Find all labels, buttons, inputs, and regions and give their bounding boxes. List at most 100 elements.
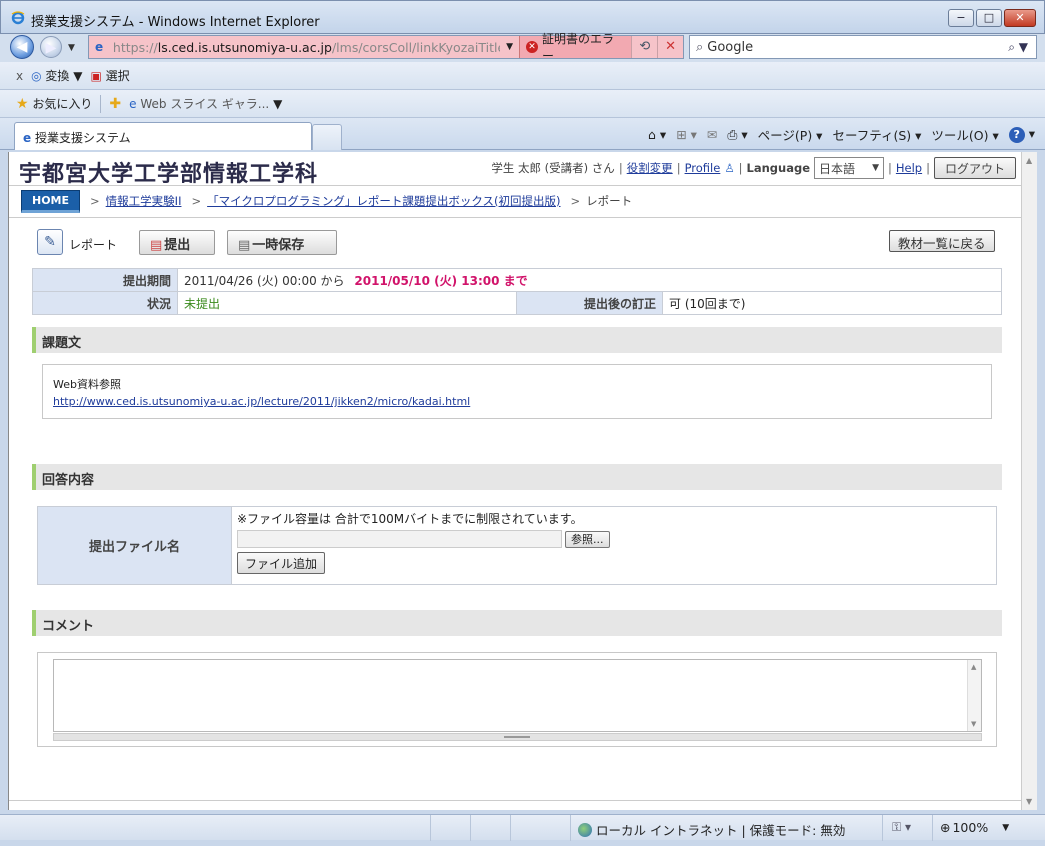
report-edit-icon: ✎ [37,229,63,255]
convert-icon: ◎ [31,69,42,83]
submit-button[interactable]: ▤ 提出 [139,230,215,255]
feeds-icon[interactable]: ⊞ ▾ [676,127,697,142]
zoom-icon: ⊕ [940,820,951,835]
translation-toolbar: x ◎ 変換 ▼ ▣ 選択 [0,62,1045,90]
breadcrumb-current: レポート [586,194,633,208]
page-scrollbar[interactable]: ▲ ▼ [1021,152,1037,810]
tools-menu[interactable]: ツール(O) ▾ [931,125,998,144]
close-toolbar-button[interactable]: x [16,69,23,83]
convert-button[interactable]: ◎ 変換 ▼ [31,67,82,84]
print-icon[interactable]: ⎙ ▾ [727,127,747,143]
status-label: 状況 [32,291,178,315]
window-titlebar: 授業支援システム - Windows Internet Explorer − □… [0,0,1045,34]
revision-label: 提出後の訂正 [516,291,663,315]
clipboard-icon: ▤ [238,238,251,253]
add-file-button[interactable]: ファイル追加 [237,552,326,574]
profile-icon: ♙ [724,161,735,175]
comment-box: ▲ ▼ [37,652,997,747]
recent-pages-dropdown-icon[interactable]: ▼ [68,43,75,53]
command-bar: ⌂ ▾ ⊞ ▾ ✉ ⎙ ▾ ページ(P) ▾ セーフティ(S) ▾ ツール(O)… [648,125,1035,144]
comment-section-heading: コメント [32,610,1002,636]
refresh-icon[interactable]: ⟲ [631,36,657,58]
search-engine-label: Google [707,39,754,55]
task-box: Web資料参照 http://www.ced.is.utsunomiya-u.a… [42,364,992,419]
submission-info-table: 提出期間 2011/04/26 (火) 00:00 から 2011/05/10 … [32,268,1002,315]
chevron-down-icon: ▼ [872,163,880,173]
web-slice-button[interactable]: e Web スライス ギャラ... ▼ [129,95,282,112]
file-path-input[interactable] [237,530,562,548]
action-bar: ✎ レポート ▤ 提出 ▤ 一時保存 教材一覧に戻る [37,229,997,257]
task-text: Web資料参照 [53,378,121,391]
browse-button[interactable]: 参照... [565,530,610,548]
tab-current[interactable]: e 授業支援システム [14,122,312,150]
forward-button[interactable]: ▶ [40,36,62,58]
profile-link[interactable]: Profile [685,161,721,175]
search-field[interactable]: ⌕ Google ⌕ ▼ [689,35,1037,59]
zoom-control[interactable]: ⊕ 100% ▼ [940,820,1009,835]
safety-menu[interactable]: セーフティ(S) ▾ [832,125,921,144]
role-change-link[interactable]: 役割変更 [627,160,673,176]
chevron-down-icon: ▼ [1002,822,1010,833]
file-upload-cell: ※ファイル容量は 合計で100Mバイトまでに制限されています。 参照... ファ… [231,506,997,585]
status-value: 未提出 [177,291,517,315]
revision-value: 可 (10回まで) [662,291,1002,315]
period-value: 2011/04/26 (火) 00:00 から 2011/05/10 (火) 1… [177,268,1002,292]
language-label: Language [746,161,811,175]
security-zone-text: ローカル イントラネット | 保護モード: 無効 [596,823,846,838]
file-label: 提出ファイル名 [37,506,232,585]
file-size-notice: ※ファイル容量は 合計で100Mバイトまでに制限されています。 [237,512,583,526]
logout-button[interactable]: ログアウト [933,157,1016,179]
back-button[interactable]: ◀ [10,35,34,59]
protected-mode-icon[interactable]: ⚿ ▾ [892,820,911,835]
textarea-resize-handle[interactable] [53,733,982,741]
language-select[interactable]: 日本語 ▼ [814,157,885,179]
search-button-icon[interactable]: ⌕ ▼ [1008,40,1028,55]
help-menu[interactable]: ? ▾ [1008,126,1035,143]
close-window-button[interactable]: ✕ [1004,9,1036,27]
error-icon: ✕ [526,41,538,53]
breadcrumb-course-link[interactable]: 情報工学実験II [106,193,182,209]
site-title: 宇都宮大学工学部情報工学科 [19,162,319,187]
page-menu[interactable]: ページ(P) ▾ [758,125,823,144]
scroll-down-icon[interactable]: ▼ [971,720,976,728]
url-dropdown-icon[interactable]: ▼ [506,42,513,52]
textarea-scrollbar[interactable]: ▲ ▼ [967,660,981,731]
grip-icon [504,736,530,738]
site-header: 宇都宮大学工学部情報工学科 学生 太郎 (受講者) さん | 役割変更 | Pr… [9,152,1021,187]
task-link[interactable]: http://www.ced.is.utsunomiya-u.ac.jp/lec… [53,395,981,408]
divider [9,800,1021,801]
task-section-heading: 課題文 [32,327,1002,353]
status-bar: ローカル イントラネット | 保護モード: 無効 ⚿ ▾ ⊕ 100% ▼ [0,814,1045,841]
minimize-button[interactable]: − [948,9,974,27]
favorites-button[interactable]: ★ お気に入り [16,95,92,112]
favorites-bar: ★ お気に入り ✚ e Web スライス ギャラ... ▼ [0,90,1045,118]
help-link[interactable]: Help [896,161,922,175]
breadcrumb: HOME > 情報工学実験II > 「マイクロプログラミング」レポート課題提出ボ… [21,189,632,213]
mail-icon[interactable]: ✉ [707,127,717,142]
ie-logo-icon [11,11,25,25]
new-tab-button[interactable] [312,124,342,150]
maximize-button[interactable]: □ [976,9,1002,27]
comment-textarea[interactable]: ▲ ▼ [53,659,982,732]
tab-label: 授業支援システム [34,131,131,145]
url-field[interactable]: e https://ls.ced.is.utsunomiya-u.ac.jp/l… [88,32,684,63]
scroll-up-icon[interactable]: ▲ [1026,156,1032,165]
security-zone[interactable]: ローカル イントラネット | 保護モード: 無効 [578,820,845,839]
breadcrumb-box-link[interactable]: 「マイクロプログラミング」レポート課題提出ボックス(初回提出版) [207,193,560,209]
help-icon: ? [1008,127,1025,143]
period-label: 提出期間 [32,268,178,292]
home-icon[interactable]: ⌂ ▾ [648,127,666,142]
certificate-error-button[interactable]: ✕ 証明書のエラー [519,32,632,63]
temp-save-button[interactable]: ▤ 一時保存 [227,230,337,255]
url-text[interactable]: https://ls.ced.is.utsunomiya-u.ac.jp/lms… [113,40,500,55]
stop-icon[interactable]: ✕ [657,36,683,58]
scroll-up-icon[interactable]: ▲ [971,663,976,671]
divider [9,217,1021,218]
home-button[interactable]: HOME [21,189,81,213]
period-start: 2011/04/26 (火) 00:00 から [184,273,345,288]
select-button[interactable]: ▣ 選択 [90,67,129,84]
add-favorite-icon[interactable]: ✚ [109,96,121,112]
scroll-down-icon[interactable]: ▼ [1026,797,1032,806]
back-to-list-button[interactable]: 教材一覧に戻る [889,230,995,252]
user-area: 学生 太郎 (受講者) さん | 役割変更 | Profile ♙ | Lang… [491,157,1016,179]
